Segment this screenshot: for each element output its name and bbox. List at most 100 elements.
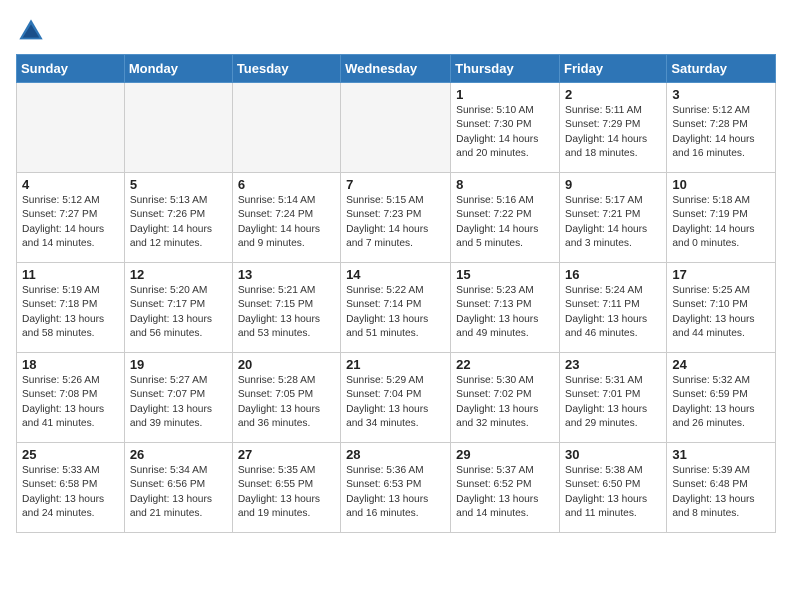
day-number: 10 — [672, 177, 770, 192]
day-info: Sunrise: 5:29 AM Sunset: 7:04 PM Dayligh… — [346, 374, 445, 431]
calendar-cell: 30 Sunrise: 5:38 AM Sunset: 6:50 PM Dayli… — [560, 443, 667, 533]
day-info: Sunrise: 5:22 AM Sunset: 7:14 PM Dayligh… — [346, 284, 445, 341]
day-number: 1 — [456, 87, 554, 102]
logo-icon — [16, 16, 46, 46]
day-number: 18 — [22, 357, 119, 372]
day-number: 22 — [456, 357, 554, 372]
day-info: Sunrise: 5:30 AM Sunset: 7:02 PM Dayligh… — [456, 374, 554, 431]
calendar-cell: 22 Sunrise: 5:30 AM Sunset: 7:02 PM Dayli… — [451, 353, 560, 443]
day-info: Sunrise: 5:18 AM Sunset: 7:19 PM Dayligh… — [672, 194, 770, 251]
calendar-cell: 2Sunrise: 5:11 AM Sunset: 7:29 PM Daylig… — [560, 83, 667, 173]
day-info: Sunrise: 5:17 AM Sunset: 7:21 PM Dayligh… — [565, 194, 661, 251]
day-info: Sunrise: 5:32 AM Sunset: 6:59 PM Dayligh… — [672, 374, 770, 431]
calendar-cell: 15Sunrise: 5:23 AM Sunset: 7:13 PM Dayli… — [451, 263, 560, 353]
week-row-5: 25 Sunrise: 5:33 AM Sunset: 6:58 PM Dayli… — [17, 443, 776, 533]
day-number: 3 — [672, 87, 770, 102]
day-number: 27 — [238, 447, 335, 462]
calendar-cell: 16 Sunrise: 5:24 AM Sunset: 7:11 PM Dayli… — [560, 263, 667, 353]
day-number: 8 — [456, 177, 554, 192]
calendar-table: SundayMondayTuesdayWednesdayThursdayFrid… — [16, 54, 776, 533]
day-number: 26 — [130, 447, 227, 462]
day-info: Sunrise: 5:21 AM Sunset: 7:15 PM Dayligh… — [238, 284, 335, 341]
day-info: Sunrise: 5:34 AM Sunset: 6:56 PM Dayligh… — [130, 464, 227, 521]
calendar-cell: 21 Sunrise: 5:29 AM Sunset: 7:04 PM Dayli… — [341, 353, 451, 443]
calendar-cell: 19 Sunrise: 5:27 AM Sunset: 7:07 PM Dayli… — [124, 353, 232, 443]
page-header — [16, 16, 776, 46]
day-info: Sunrise: 5:19 AM Sunset: 7:18 PM Dayligh… — [22, 284, 119, 341]
day-number: 2 — [565, 87, 661, 102]
day-info: Sunrise: 5:15 AM Sunset: 7:23 PM Dayligh… — [346, 194, 445, 251]
calendar-cell: 1 Sunrise: 5:10 AM Sunset: 7:30 PM Daylig… — [451, 83, 560, 173]
day-info: Sunrise: 5:27 AM Sunset: 7:07 PM Dayligh… — [130, 374, 227, 431]
calendar-cell: 24Sunrise: 5:32 AM Sunset: 6:59 PM Dayli… — [667, 353, 776, 443]
day-header-wednesday: Wednesday — [341, 55, 451, 83]
calendar-cell: 7 Sunrise: 5:15 AM Sunset: 7:23 PM Daylig… — [341, 173, 451, 263]
day-info: Sunrise: 5:10 AM Sunset: 7:30 PM Dayligh… — [456, 104, 554, 161]
day-number: 30 — [565, 447, 661, 462]
day-number: 11 — [22, 267, 119, 282]
day-number: 17 — [672, 267, 770, 282]
calendar-cell: 27Sunrise: 5:35 AM Sunset: 6:55 PM Dayli… — [232, 443, 340, 533]
calendar-cell: 5 Sunrise: 5:13 AM Sunset: 7:26 PM Daylig… — [124, 173, 232, 263]
calendar-header-row: SundayMondayTuesdayWednesdayThursdayFrid… — [17, 55, 776, 83]
day-info: Sunrise: 5:12 AM Sunset: 7:27 PM Dayligh… — [22, 194, 119, 251]
week-row-2: 4Sunrise: 5:12 AM Sunset: 7:27 PM Daylig… — [17, 173, 776, 263]
day-header-tuesday: Tuesday — [232, 55, 340, 83]
day-number: 16 — [565, 267, 661, 282]
day-info: Sunrise: 5:13 AM Sunset: 7:26 PM Dayligh… — [130, 194, 227, 251]
calendar-cell: 18 Sunrise: 5:26 AM Sunset: 7:08 PM Dayli… — [17, 353, 125, 443]
day-info: Sunrise: 5:20 AM Sunset: 7:17 PM Dayligh… — [130, 284, 227, 341]
day-info: Sunrise: 5:28 AM Sunset: 7:05 PM Dayligh… — [238, 374, 335, 431]
day-info: Sunrise: 5:25 AM Sunset: 7:10 PM Dayligh… — [672, 284, 770, 341]
calendar-cell — [341, 83, 451, 173]
day-header-friday: Friday — [560, 55, 667, 83]
day-info: Sunrise: 5:39 AM Sunset: 6:48 PM Dayligh… — [672, 464, 770, 521]
day-number: 23 — [565, 357, 661, 372]
calendar-cell: 28 Sunrise: 5:36 AM Sunset: 6:53 PM Dayli… — [341, 443, 451, 533]
calendar-cell — [232, 83, 340, 173]
day-number: 9 — [565, 177, 661, 192]
day-number: 25 — [22, 447, 119, 462]
day-info: Sunrise: 5:12 AM Sunset: 7:28 PM Dayligh… — [672, 104, 770, 161]
day-number: 20 — [238, 357, 335, 372]
calendar-cell: 31 Sunrise: 5:39 AM Sunset: 6:48 PM Dayli… — [667, 443, 776, 533]
day-number: 7 — [346, 177, 445, 192]
day-info: Sunrise: 5:14 AM Sunset: 7:24 PM Dayligh… — [238, 194, 335, 251]
calendar-cell: 20 Sunrise: 5:28 AM Sunset: 7:05 PM Dayli… — [232, 353, 340, 443]
logo — [16, 16, 50, 46]
calendar-cell: 4Sunrise: 5:12 AM Sunset: 7:27 PM Daylig… — [17, 173, 125, 263]
day-number: 6 — [238, 177, 335, 192]
day-info: Sunrise: 5:24 AM Sunset: 7:11 PM Dayligh… — [565, 284, 661, 341]
calendar-cell: 11 Sunrise: 5:19 AM Sunset: 7:18 PM Dayli… — [17, 263, 125, 353]
day-info: Sunrise: 5:16 AM Sunset: 7:22 PM Dayligh… — [456, 194, 554, 251]
calendar-cell: 23 Sunrise: 5:31 AM Sunset: 7:01 PM Dayli… — [560, 353, 667, 443]
day-info: Sunrise: 5:26 AM Sunset: 7:08 PM Dayligh… — [22, 374, 119, 431]
calendar-cell — [124, 83, 232, 173]
calendar-cell — [17, 83, 125, 173]
week-row-3: 11 Sunrise: 5:19 AM Sunset: 7:18 PM Dayli… — [17, 263, 776, 353]
day-number: 31 — [672, 447, 770, 462]
day-info: Sunrise: 5:31 AM Sunset: 7:01 PM Dayligh… — [565, 374, 661, 431]
day-header-saturday: Saturday — [667, 55, 776, 83]
calendar-cell: 12 Sunrise: 5:20 AM Sunset: 7:17 PM Dayli… — [124, 263, 232, 353]
calendar-cell: 26 Sunrise: 5:34 AM Sunset: 6:56 PM Dayli… — [124, 443, 232, 533]
day-number: 19 — [130, 357, 227, 372]
calendar-cell: 6 Sunrise: 5:14 AM Sunset: 7:24 PM Daylig… — [232, 173, 340, 263]
day-info: Sunrise: 5:33 AM Sunset: 6:58 PM Dayligh… — [22, 464, 119, 521]
day-info: Sunrise: 5:37 AM Sunset: 6:52 PM Dayligh… — [456, 464, 554, 521]
day-number: 13 — [238, 267, 335, 282]
day-info: Sunrise: 5:38 AM Sunset: 6:50 PM Dayligh… — [565, 464, 661, 521]
calendar-cell: 13 Sunrise: 5:21 AM Sunset: 7:15 PM Dayli… — [232, 263, 340, 353]
day-number: 5 — [130, 177, 227, 192]
day-number: 14 — [346, 267, 445, 282]
calendar-cell: 29Sunrise: 5:37 AM Sunset: 6:52 PM Dayli… — [451, 443, 560, 533]
day-info: Sunrise: 5:23 AM Sunset: 7:13 PM Dayligh… — [456, 284, 554, 341]
day-header-sunday: Sunday — [17, 55, 125, 83]
week-row-1: 1 Sunrise: 5:10 AM Sunset: 7:30 PM Daylig… — [17, 83, 776, 173]
calendar-cell: 25 Sunrise: 5:33 AM Sunset: 6:58 PM Dayli… — [17, 443, 125, 533]
day-number: 21 — [346, 357, 445, 372]
day-info: Sunrise: 5:36 AM Sunset: 6:53 PM Dayligh… — [346, 464, 445, 521]
day-number: 28 — [346, 447, 445, 462]
calendar-cell: 9 Sunrise: 5:17 AM Sunset: 7:21 PM Daylig… — [560, 173, 667, 263]
day-number: 12 — [130, 267, 227, 282]
